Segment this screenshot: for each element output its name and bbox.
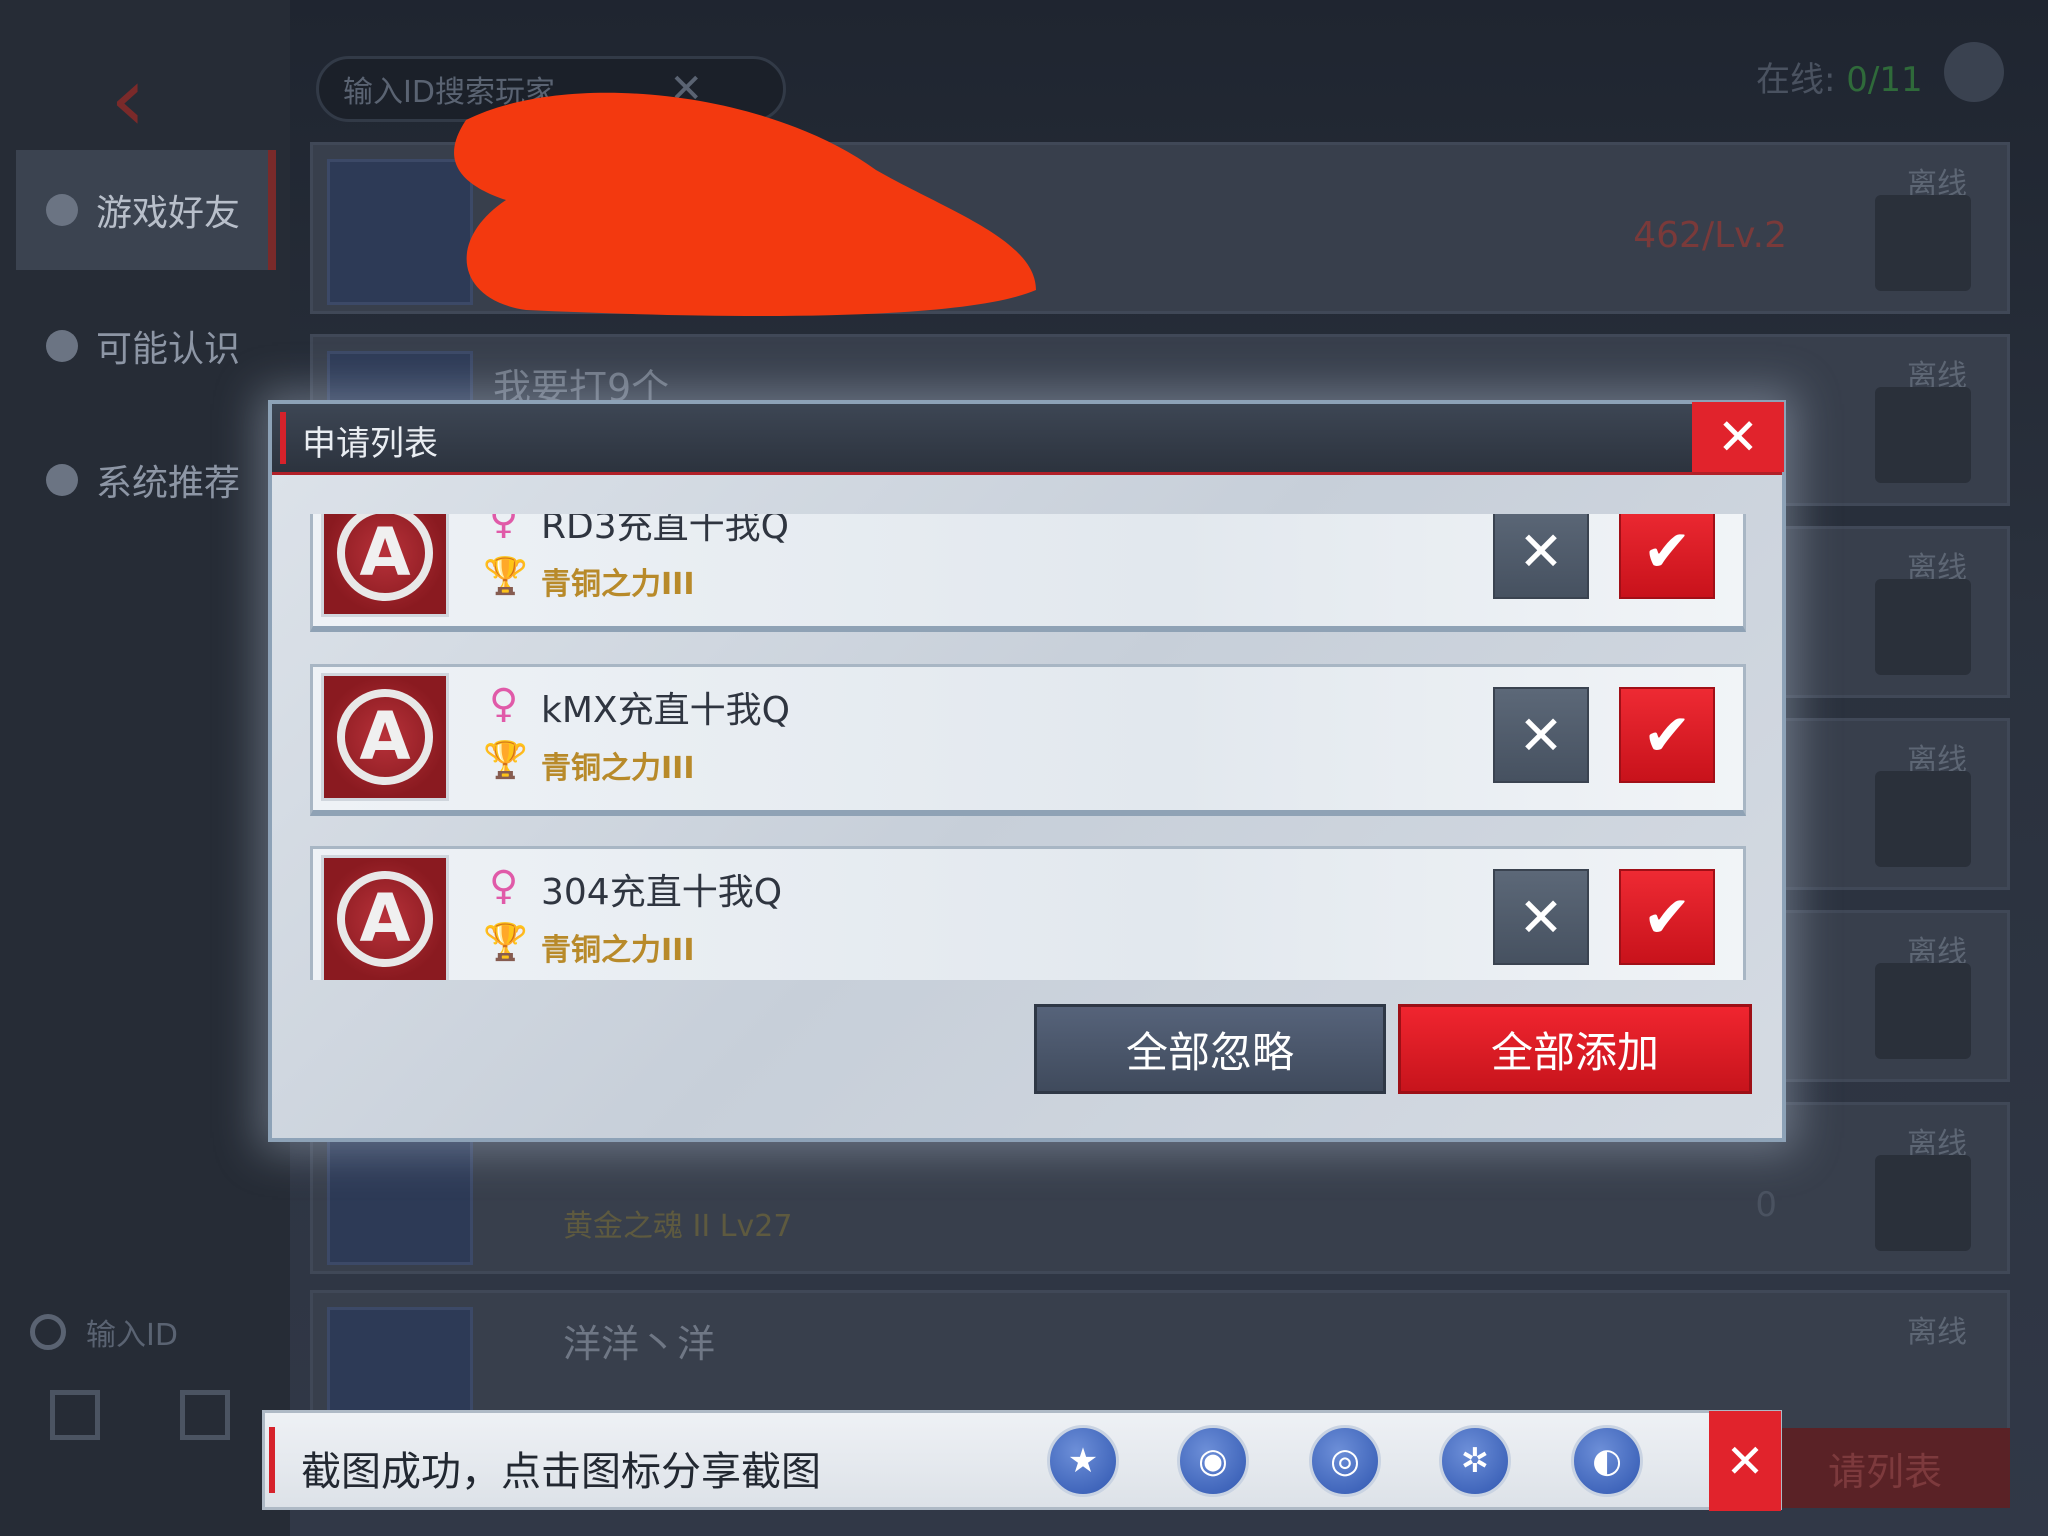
rail-search[interactable]: 输入ID [30,1310,178,1354]
person-icon [46,194,78,226]
scan-icon[interactable] [50,1390,100,1440]
search-icon [30,1314,66,1350]
back-arrow-icon[interactable]: ‹ [110,55,200,145]
request-name: kMX充直十我Q [541,690,790,731]
online-number: 0/11 [1846,60,1923,100]
request-rank: 青铜之力III [541,751,695,786]
screenshot-toast: 截图成功，点击图标分享截图 ★ ◉ ◎ ✲ ◐ ✕ [262,1410,1782,1511]
trophy-icon: 🏆 [483,556,528,597]
apply-list-dialog: 申请列表 ✕ A ♀ RD3充直十我Q 🏆 青铜之力III ✕ ✔ A ♀ kM… [268,400,1786,1142]
friend-name: 洋洋丶洋 [563,1322,716,1366]
sidebar-tab-system-recommend[interactable]: 系统推荐 [16,420,276,540]
apply-list-button[interactable]: 请列表 [1760,1428,2010,1508]
trophy-icon: 🏆 [483,740,528,781]
friend-status: 离线 [1907,1315,1967,1350]
chat-icon[interactable] [1875,387,1971,483]
accept-button[interactable]: ✔ [1619,869,1715,965]
request-item: A ♀ RD3充直十我Q 🏆 青铜之力III ✕ ✔ [310,514,1746,632]
chat-icon[interactable] [1875,579,1971,675]
request-rank: 青铜之力III [541,567,695,602]
sidebar-tab-label: 可能认识 [96,329,241,370]
chat-icon[interactable] [1875,771,1971,867]
avatar: A [321,855,449,980]
wechat-icon[interactable]: ◎ [1309,1425,1381,1497]
request-item: A ♀ 304充直十我Q 🏆 青铜之力III ✕ ✔ [310,846,1746,980]
avatar: A [321,673,449,801]
star-icon [46,464,78,496]
chat-icon[interactable] [1875,1155,1971,1251]
avengers-logo-icon: A [337,514,433,601]
chat-icon[interactable] [1875,195,1971,291]
friend-score: 462/Lv.2 [1633,215,1787,256]
accept-button[interactable]: ✔ [1619,514,1715,599]
left-sidebar: ‹ 游戏好友 可能认识 系统推荐 输入ID [0,0,290,1536]
sidebar-tab-may-know[interactable]: 可能认识 [16,286,276,406]
online-count: 在线: 0/11 [1756,52,1923,101]
reject-button[interactable]: ✕ [1493,869,1589,965]
accept-button[interactable]: ✔ [1619,687,1715,783]
ignore-all-button[interactable]: 全部忽略 [1034,1004,1386,1094]
qzone-icon[interactable]: ★ [1047,1425,1119,1497]
reject-button[interactable]: ✕ [1493,687,1589,783]
request-name: 304充直十我Q [541,872,783,913]
request-item: A ♀ kMX充直十我Q 🏆 青铜之力III ✕ ✔ [310,664,1746,816]
toast-accent [269,1427,275,1493]
request-rank: 青铜之力III [541,933,695,968]
qr-code-icon[interactable] [180,1390,230,1440]
female-icon: ♀ [489,514,519,543]
sidebar-tab-label: 游戏好友 [96,193,241,234]
close-icon[interactable]: ✕ [1709,1411,1781,1511]
friend-rank: 黄金之魂 II Lv27 [563,1209,793,1244]
request-list[interactable]: A ♀ RD3充直十我Q 🏆 青铜之力III ✕ ✔ A ♀ kMX充直十我Q … [310,514,1750,980]
chat-icon[interactable] [1875,963,1971,1059]
sort-icon[interactable] [1944,42,2004,102]
rail-icons [50,1390,230,1440]
online-label: 在线: [1756,60,1847,100]
dialog-header: 申请列表 ✕ [272,402,1784,475]
request-name: RD3充直十我Q [541,514,789,547]
sidebar-tab-game-friends[interactable]: 游戏好友 [16,150,276,270]
sidebar-tab-label: 系统推荐 [96,463,241,504]
female-icon: ♀ [489,863,519,909]
avengers-logo-icon: A [337,689,433,785]
dialog-title: 申请列表 [302,424,438,464]
trophy-icon: 🏆 [483,922,528,963]
reject-button[interactable]: ✕ [1493,514,1589,599]
toast-message: 截图成功，点击图标分享截图 [301,1449,821,1495]
weibo-icon[interactable]: ◐ [1571,1425,1643,1497]
redaction-scribble [454,92,1037,316]
qq-icon[interactable]: ◉ [1177,1425,1249,1497]
add-person-icon [46,330,78,362]
close-icon[interactable]: ✕ [1692,402,1784,472]
avengers-logo-icon: A [337,871,433,967]
friend-count: 0 [1755,1185,1777,1225]
rail-search-placeholder: 输入ID [86,1318,178,1353]
header-accent [280,412,286,464]
avatar: A [321,514,449,617]
moments-icon[interactable]: ✲ [1439,1425,1511,1497]
female-icon: ♀ [489,681,519,727]
add-all-button[interactable]: 全部添加 [1398,1004,1752,1094]
